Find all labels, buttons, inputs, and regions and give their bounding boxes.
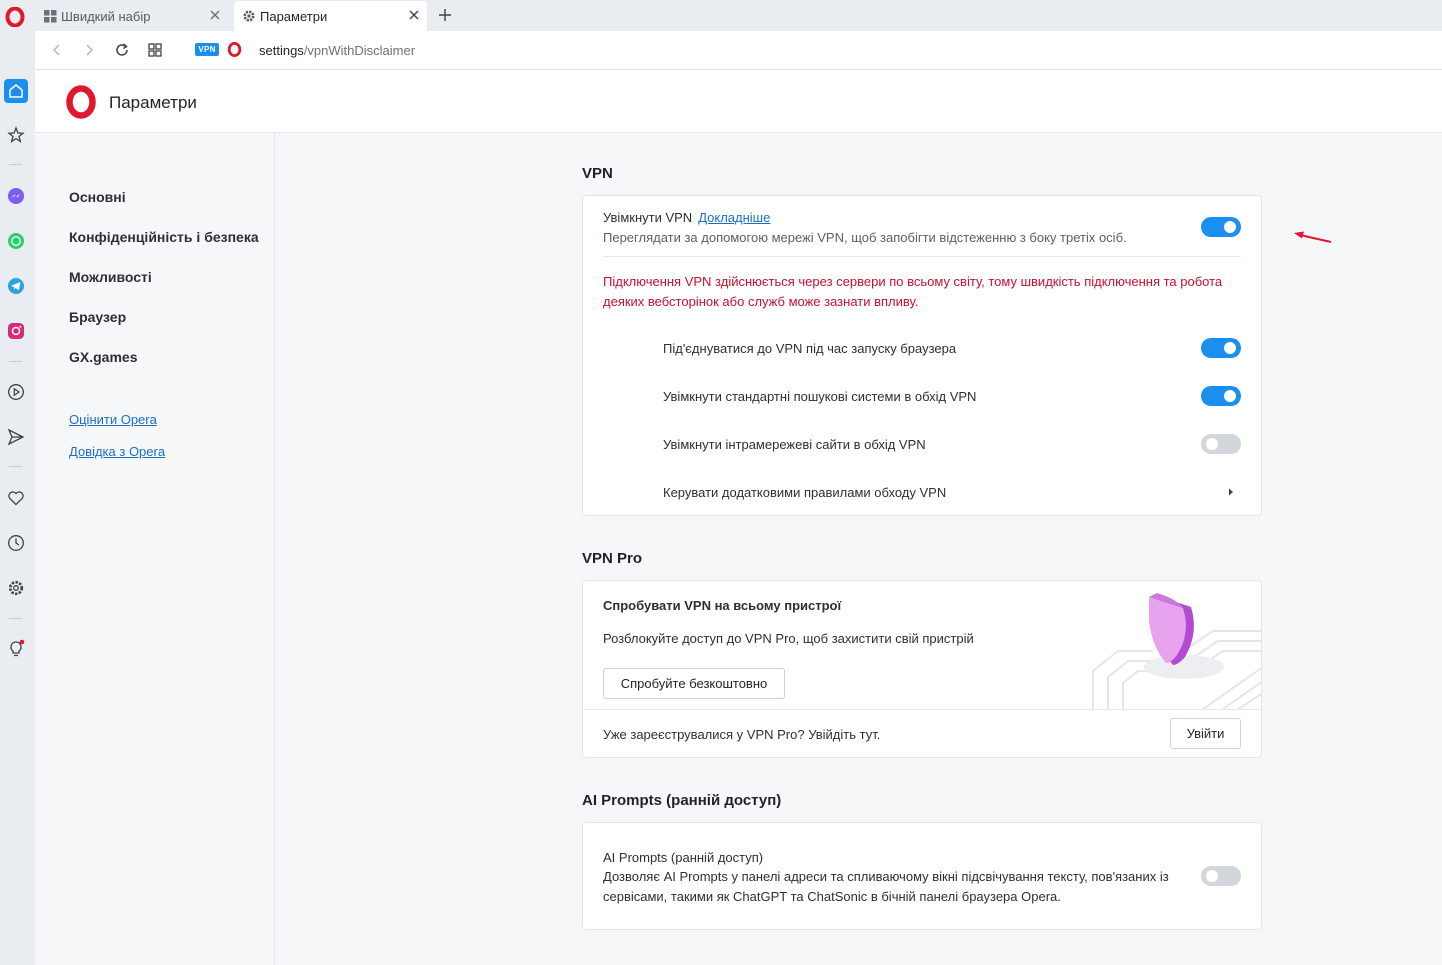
rate-opera-link[interactable]: Оцінити Opera xyxy=(69,412,157,427)
vpn-warning-text: Підключення VPN здійснюється через серве… xyxy=(603,274,1223,309)
nav-item-privacy[interactable]: Конфіденційність і безпека xyxy=(69,229,259,245)
url-field[interactable]: settings/vpnWithDisclaimer xyxy=(259,43,415,58)
vpn-enable-toggle[interactable] xyxy=(1201,217,1241,237)
back-arrow-icon[interactable] xyxy=(49,42,65,58)
vpn-badge[interactable]: VPN xyxy=(195,43,219,56)
vpn-pro-section-title: VPN Pro xyxy=(582,550,643,567)
vpn-bypass-intranet-toggle[interactable] xyxy=(1201,434,1241,454)
chevron-right-icon[interactable] xyxy=(1227,486,1235,498)
ai-prompts-title: AI Prompts (ранній доступ) xyxy=(603,850,764,865)
tab-settings[interactable]: Параметри xyxy=(234,1,427,31)
ai-section-title: AI Prompts (ранній доступ) xyxy=(582,792,782,809)
learn-more-link[interactable]: Докладніше xyxy=(698,210,770,225)
address-bar: VPN settings/vpnWithDisclaimer xyxy=(35,31,1442,70)
close-icon[interactable] xyxy=(208,8,222,22)
sidebar-divider xyxy=(9,361,22,362)
nav-item-browser[interactable]: Браузер xyxy=(69,309,126,325)
lightbulb-icon[interactable] xyxy=(5,638,27,660)
ai-prompts-desc: Дозволяє AI Prompts у панелі адреси та с… xyxy=(603,869,1169,904)
messenger-icon[interactable] xyxy=(5,185,27,207)
toggle-knob xyxy=(1206,870,1218,882)
vpn-pro-desc: Розблокуйте доступ до VPN Pro, щоб захис… xyxy=(603,631,974,646)
ai-prompts-card: AI Prompts (ранній доступ) Дозволяє AI P… xyxy=(582,822,1262,930)
home-icon[interactable] xyxy=(4,79,28,103)
whatsapp-icon[interactable] xyxy=(5,230,27,252)
new-tab-plus-icon[interactable] xyxy=(436,6,454,24)
sidebar-divider xyxy=(9,618,22,619)
toggle-knob xyxy=(1224,221,1236,233)
settings-nav: Основні Конфіденційність і безпека Можли… xyxy=(35,133,275,965)
tabs-grid-icon[interactable] xyxy=(147,42,163,58)
opera-logo-icon xyxy=(66,85,96,119)
nav-item-gx-games[interactable]: GX.games xyxy=(69,349,137,365)
telegram-icon[interactable] xyxy=(5,275,27,297)
vpn-enable-desc: Переглядати за допомогою мережі VPN, щоб… xyxy=(603,230,1127,245)
sidebar-divider xyxy=(9,466,22,467)
toggle-knob xyxy=(1224,342,1236,354)
page-title: Параметри xyxy=(109,93,197,112)
divider xyxy=(603,256,1241,257)
send-icon[interactable] xyxy=(5,426,27,448)
try-free-button[interactable]: Спробуйте безкоштовно xyxy=(603,668,785,699)
gear-icon xyxy=(242,9,256,23)
manage-bypass-rules-row[interactable]: Керувати додатковими правилами обходу VP… xyxy=(663,485,946,500)
login-button[interactable]: Увійти xyxy=(1170,718,1241,749)
ai-prompts-toggle[interactable] xyxy=(1201,866,1241,886)
vpn-section-title: VPN xyxy=(582,165,613,182)
shield-illustration-icon xyxy=(1092,593,1261,709)
annotation-arrow-icon xyxy=(1294,231,1332,243)
vpn-card: Увімкнути VPN Докладніше Переглядати за д… xyxy=(582,195,1262,516)
star-icon[interactable] xyxy=(5,124,27,146)
player-icon[interactable] xyxy=(5,381,27,403)
opera-logo-icon xyxy=(227,42,242,57)
vpn-pro-registered-text: Уже зареєструвалися у VPN Pro? Увійдіть … xyxy=(603,727,881,742)
vpn-pro-headline: Спробувати VPN на всьому пристрої xyxy=(603,598,842,613)
url-path: /vpnWithDisclaimer xyxy=(303,43,416,58)
tab-label: Швидкий набір xyxy=(61,8,151,24)
vpn-enable-row: Увімкнути VPN Докладніше xyxy=(603,210,770,225)
sidebar xyxy=(0,31,35,965)
vpn-option-label: Увімкнути інтрамережеві сайти в обхід VP… xyxy=(663,437,926,452)
history-clock-icon[interactable] xyxy=(5,532,27,554)
tab-speed-dial[interactable]: Швидкий набір xyxy=(35,1,228,31)
grid-icon xyxy=(43,9,57,23)
opera-menu-icon[interactable] xyxy=(5,7,25,27)
reload-icon[interactable] xyxy=(114,42,130,58)
heart-icon[interactable] xyxy=(5,487,27,509)
close-icon[interactable] xyxy=(407,8,421,22)
toggle-knob xyxy=(1206,438,1218,450)
instagram-icon[interactable] xyxy=(5,320,27,342)
divider xyxy=(583,709,1261,710)
forward-arrow-icon[interactable] xyxy=(81,42,97,58)
settings-gear-icon[interactable] xyxy=(5,577,27,599)
settings-header: Параметри xyxy=(35,70,1442,133)
vpn-option-label: Під'єднуватися до VPN під час запуску бр… xyxy=(663,341,957,356)
vpn-option-label: Увімкнути стандартні пошукові системи в … xyxy=(663,389,977,404)
vpn-pro-card: Спробувати VPN на всьому пристрої Розбло… xyxy=(582,580,1262,758)
tab-label: Параметри xyxy=(260,8,328,24)
vpn-bypass-search-toggle[interactable] xyxy=(1201,386,1241,406)
url-host: settings xyxy=(259,43,304,58)
sidebar-divider xyxy=(9,164,22,165)
tab-strip: Швидкий набір Параметри xyxy=(0,0,1442,31)
vpn-connect-on-start-toggle[interactable] xyxy=(1201,338,1241,358)
vpn-enable-label: Увімкнути VPN xyxy=(603,210,693,225)
opera-help-link[interactable]: Довідка з Opera xyxy=(69,444,165,459)
toggle-knob xyxy=(1224,390,1236,402)
nav-item-features[interactable]: Можливості xyxy=(69,269,152,285)
nav-item-basic[interactable]: Основні xyxy=(69,189,126,205)
